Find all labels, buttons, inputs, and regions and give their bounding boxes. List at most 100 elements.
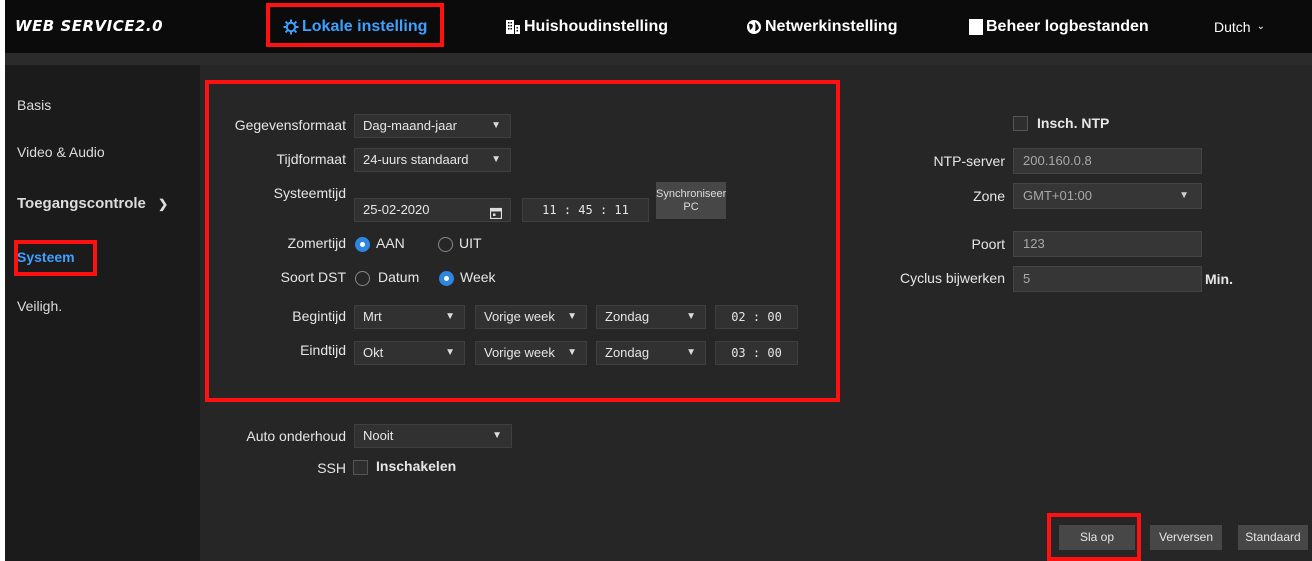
dst-type-week-radio[interactable] <box>439 271 454 286</box>
dst-type-date-radio[interactable] <box>355 271 370 286</box>
sidebar-item-access-control[interactable]: Toegangscontrole ❯ <box>17 195 168 212</box>
end-time-input[interactable]: 03 : 00 <box>715 341 798 365</box>
time-input[interactable]: 11 : 45 : 11 <box>522 198 649 222</box>
language-value: Dutch <box>1214 18 1251 35</box>
brand-logo: WEB SERVICE2.0 <box>15 17 164 35</box>
sync-pc-button[interactable]: Synchroniseer PC <box>656 182 726 219</box>
date-value: 25-02-2020 <box>363 202 430 217</box>
tab-log-management-label: Beheer logbestanden <box>986 17 1149 35</box>
default-button[interactable]: Standaard <box>1238 525 1308 550</box>
globe-icon <box>746 19 762 35</box>
sidebar-item-access-control-label: Toegangscontrole <box>17 195 146 212</box>
ntp-server-input[interactable]: 200.160.0.8 <box>1013 148 1202 174</box>
update-cycle-input[interactable]: 5 <box>1013 266 1202 292</box>
start-time-input[interactable]: 02 : 00 <box>715 305 798 329</box>
dst-label: Zomertijd <box>287 235 346 251</box>
ssh-label: SSH <box>317 460 346 476</box>
dst-on-radio[interactable] <box>355 237 370 252</box>
auto-maintenance-value: Nooit <box>363 428 394 443</box>
chevron-down-icon: ⌄ <box>1256 21 1265 32</box>
tab-network-settings-label: Netwerkinstelling <box>765 17 898 35</box>
start-day-select[interactable]: Zondag ▼ <box>596 305 706 329</box>
gear-icon <box>283 19 299 35</box>
sidebar: Basis Video & Audio Toegangscontrole ❯ S… <box>5 65 200 561</box>
ntp-server-label: NTP-server <box>933 153 1005 169</box>
ntp-enable-label: Insch. NTP <box>1037 115 1110 131</box>
dropdown-arrow-icon: ▼ <box>567 311 577 322</box>
dst-type-week-label: Week <box>460 269 496 285</box>
dropdown-arrow-icon: ▼ <box>445 347 455 358</box>
sidebar-item-security[interactable]: Veiligh. <box>17 298 62 314</box>
dst-type-date-label: Datum <box>378 269 420 285</box>
time-second[interactable]: 11 <box>614 203 628 217</box>
auto-maintenance-label: Auto onderhoud <box>246 428 346 444</box>
date-format-label: Gegevensformaat <box>234 117 346 133</box>
dropdown-arrow-icon: ▼ <box>445 311 455 322</box>
end-week-value: Vorige week <box>484 345 555 360</box>
document-icon <box>969 18 983 35</box>
update-cycle-label: Cyclus bijwerken <box>899 270 1005 286</box>
header-separator <box>5 53 1312 65</box>
end-day-value: Zondag <box>605 345 650 360</box>
ntp-enable-checkbox[interactable] <box>1013 116 1028 131</box>
zone-label: Zone <box>973 188 1005 204</box>
port-input[interactable]: 123 <box>1013 231 1202 257</box>
tab-local-settings[interactable]: Lokale instelling <box>283 0 427 53</box>
refresh-button[interactable]: Verversen <box>1150 525 1222 550</box>
dst-off-label: UIT <box>459 235 482 251</box>
date-format-select[interactable]: Dag-maand-jaar ▼ <box>354 114 511 138</box>
tab-local-settings-label: Lokale instelling <box>302 17 428 35</box>
start-hour[interactable]: 02 <box>731 310 745 324</box>
start-day-value: Zondag <box>605 309 650 324</box>
dst-off-radio[interactable] <box>438 237 453 252</box>
sidebar-item-system[interactable]: Systeem <box>17 249 75 265</box>
zone-select[interactable]: GMT+01:00 ▼ <box>1013 183 1202 209</box>
time-minute[interactable]: 45 <box>578 203 592 217</box>
time-hour[interactable]: 11 <box>542 203 556 217</box>
time-separator: : <box>599 203 615 217</box>
zone-value: GMT+01:00 <box>1023 188 1093 203</box>
tab-household-settings[interactable]: Huishoudinstelling <box>505 0 668 53</box>
auto-maintenance-select[interactable]: Nooit ▼ <box>354 424 512 448</box>
sidebar-item-video-audio[interactable]: Video & Audio <box>17 144 105 160</box>
tab-log-management[interactable]: Beheer logbestanden <box>969 0 1149 53</box>
end-hour[interactable]: 03 <box>731 346 745 360</box>
start-minute[interactable]: 00 <box>767 310 781 324</box>
time-separator: : <box>752 346 768 360</box>
building-icon <box>505 19 521 35</box>
end-day-select[interactable]: Zondag ▼ <box>596 341 706 365</box>
start-week-select[interactable]: Vorige week ▼ <box>475 305 587 329</box>
time-format-value: 24-uurs standaard <box>363 152 469 167</box>
date-format-value: Dag-maand-jaar <box>363 118 457 133</box>
end-month-select[interactable]: Okt ▼ <box>354 341 465 365</box>
end-week-select[interactable]: Vorige week ▼ <box>475 341 587 365</box>
dropdown-arrow-icon: ▼ <box>1179 190 1189 201</box>
sync-pc-label-line1: Synchroniseer <box>656 188 727 200</box>
tab-network-settings[interactable]: Netwerkinstelling <box>746 0 897 53</box>
port-label: Poort <box>971 236 1005 252</box>
update-cycle-unit: Min. <box>1205 271 1233 287</box>
start-month-select[interactable]: Mrt ▼ <box>354 305 465 329</box>
ssh-enable-checkbox[interactable] <box>353 460 368 475</box>
language-selector[interactable]: Dutch ⌄ <box>1214 0 1265 53</box>
sync-pc-label-line2: PC <box>683 201 699 213</box>
date-picker[interactable]: 25-02-2020 <box>354 198 511 222</box>
time-format-select[interactable]: 24-uurs standaard ▼ <box>354 148 511 172</box>
calendar-icon[interactable] <box>489 204 503 226</box>
chevron-down-icon: ❯ <box>158 197 169 211</box>
dropdown-arrow-icon: ▼ <box>567 347 577 358</box>
start-week-value: Vorige week <box>484 309 555 324</box>
end-minute[interactable]: 00 <box>767 346 781 360</box>
dropdown-arrow-icon: ▼ <box>492 430 502 441</box>
start-time-label: Begintijd <box>292 308 346 324</box>
ssh-enable-label: Inschakelen <box>376 458 457 474</box>
dropdown-arrow-icon: ▼ <box>491 154 501 165</box>
dst-on-label: AAN <box>376 235 405 251</box>
end-time-label: Eindtijd <box>300 342 346 358</box>
dst-type-label: Soort DST <box>280 269 346 285</box>
sidebar-item-basis[interactable]: Basis <box>17 97 51 113</box>
save-button[interactable]: Sla op <box>1059 525 1135 550</box>
time-separator: : <box>752 310 768 324</box>
dropdown-arrow-icon: ▼ <box>686 311 696 322</box>
tab-household-settings-label: Huishoudinstelling <box>524 17 668 35</box>
